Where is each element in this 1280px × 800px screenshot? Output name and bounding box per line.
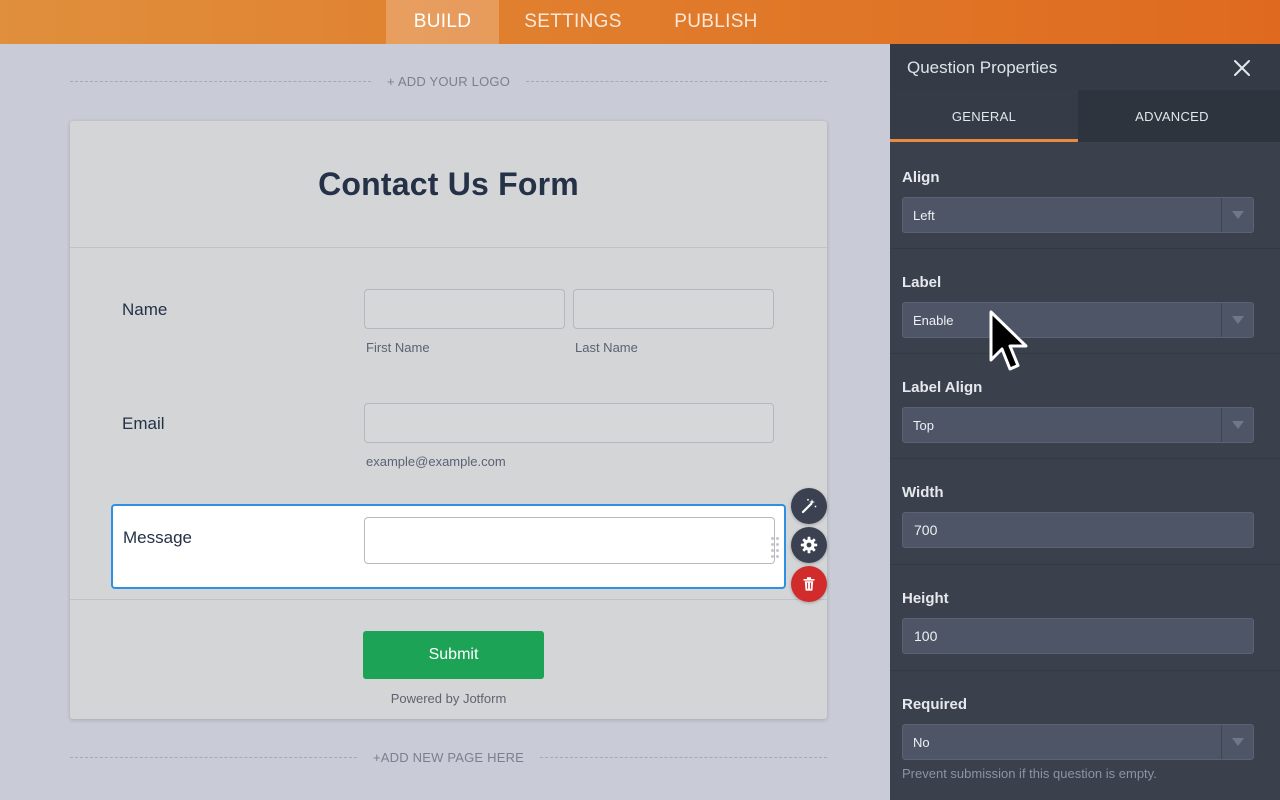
delete-field-button[interactable] xyxy=(791,566,827,602)
dropdown-arrow-icon xyxy=(1221,198,1253,232)
property-divider xyxy=(890,353,1280,354)
label-value: Enable xyxy=(913,313,954,328)
label-align-label: Label Align xyxy=(902,379,983,396)
form-title[interactable]: Contact Us Form xyxy=(318,166,579,203)
close-panel-button[interactable] xyxy=(1230,56,1254,80)
dashed-divider xyxy=(540,756,827,758)
dropdown-arrow-icon xyxy=(1221,303,1253,337)
main-nav-tabs: BUILD SETTINGS PUBLISH xyxy=(386,0,785,44)
required-value: No xyxy=(913,735,930,750)
magic-wand-button[interactable] xyxy=(791,488,827,524)
required-select[interactable]: No xyxy=(902,724,1254,760)
message-field-selected[interactable]: Message xyxy=(111,504,786,589)
add-page-row: +ADD NEW PAGE HERE xyxy=(70,747,827,767)
powered-by-text[interactable]: Powered by Jotform xyxy=(70,691,827,706)
height-label: Height xyxy=(902,590,949,607)
tab-build[interactable]: BUILD xyxy=(386,0,499,44)
form-header[interactable]: Contact Us Form xyxy=(70,121,827,248)
message-textarea[interactable] xyxy=(364,517,775,564)
tab-settings[interactable]: SETTINGS xyxy=(499,0,647,44)
tab-advanced[interactable]: ADVANCED xyxy=(1078,90,1266,142)
first-name-sublabel: First Name xyxy=(366,340,430,355)
last-name-input[interactable] xyxy=(573,289,774,329)
email-label: Email xyxy=(122,414,165,433)
form-divider xyxy=(70,599,827,600)
trash-icon xyxy=(803,577,815,591)
dashed-divider xyxy=(70,756,357,758)
tab-publish[interactable]: PUBLISH xyxy=(647,0,785,44)
align-label: Align xyxy=(902,169,940,186)
panel-title: Question Properties xyxy=(907,58,1058,77)
width-label: Width xyxy=(902,484,944,501)
add-logo-row: + ADD YOUR LOGO xyxy=(70,71,828,91)
width-input[interactable]: 700 xyxy=(902,512,1254,548)
dashed-divider xyxy=(526,80,828,82)
last-name-sublabel: Last Name xyxy=(575,340,638,355)
align-value: Left xyxy=(913,208,935,223)
panel-tabs: GENERAL ADVANCED xyxy=(890,90,1280,142)
add-logo-link[interactable]: + ADD YOUR LOGO xyxy=(371,74,526,89)
label-select[interactable]: Enable xyxy=(902,302,1254,338)
property-divider xyxy=(890,670,1280,671)
email-input[interactable] xyxy=(364,403,774,443)
message-label: Message xyxy=(123,528,192,547)
property-divider xyxy=(890,248,1280,249)
height-input[interactable]: 100 xyxy=(902,618,1254,654)
add-page-link[interactable]: +ADD NEW PAGE HERE xyxy=(357,750,540,765)
dropdown-arrow-icon xyxy=(1221,408,1253,442)
dashed-divider xyxy=(70,80,371,82)
property-divider xyxy=(890,564,1280,565)
email-sublabel: example@example.com xyxy=(366,454,506,469)
properties-button[interactable] xyxy=(791,527,827,563)
required-label: Required xyxy=(902,696,968,713)
submit-button[interactable]: Submit xyxy=(363,631,544,679)
form-card: Contact Us Form Name First Name Last Nam… xyxy=(70,121,827,719)
top-navigation-bar: BUILD SETTINGS PUBLISH xyxy=(0,0,1280,44)
drag-handle[interactable] xyxy=(771,537,779,559)
panel-header: Question Properties xyxy=(890,44,1280,90)
align-select[interactable]: Left xyxy=(902,197,1254,233)
property-divider xyxy=(890,458,1280,459)
label-align-select[interactable]: Top xyxy=(902,407,1254,443)
label-align-value: Top xyxy=(913,418,934,433)
close-icon xyxy=(1234,60,1250,76)
tab-general[interactable]: GENERAL xyxy=(890,90,1078,142)
question-properties-panel: Question Properties GENERAL ADVANCED Ali… xyxy=(890,44,1280,800)
magic-wand-icon xyxy=(801,498,817,514)
name-label: Name xyxy=(122,300,168,319)
gear-icon xyxy=(800,536,818,554)
required-hint: Prevent submission if this question is e… xyxy=(902,766,1157,781)
first-name-input[interactable] xyxy=(364,289,565,329)
dropdown-arrow-icon xyxy=(1221,725,1253,759)
label-label: Label xyxy=(902,274,942,291)
